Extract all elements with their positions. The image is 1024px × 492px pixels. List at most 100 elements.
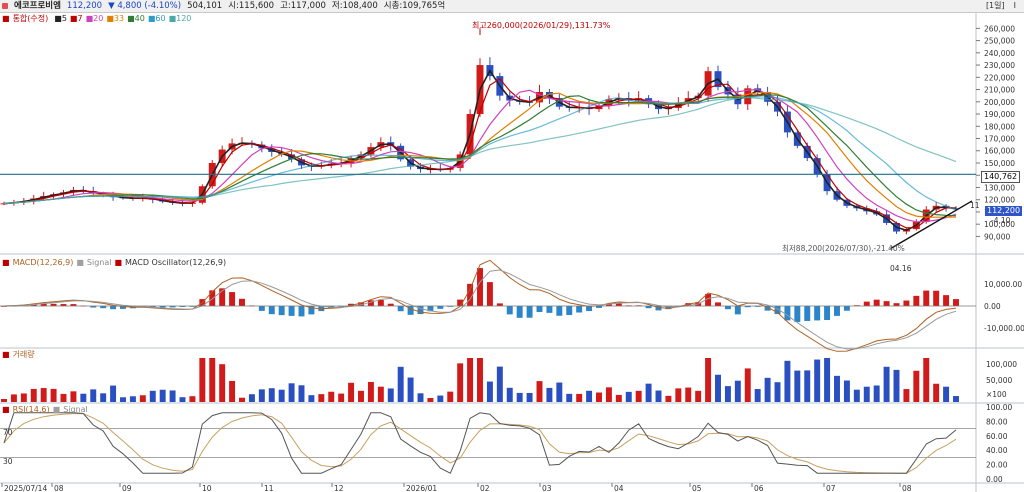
market-cap: 시총:109,765억 <box>383 1 446 11</box>
rsi-ytick-label: 40.00 <box>986 446 1008 455</box>
volume-bar <box>486 381 493 402</box>
volume-bar <box>40 388 47 402</box>
macd-legend-macd: MACD(12,26,9) <box>12 258 74 267</box>
macd-osc-bar <box>943 295 950 306</box>
macd-osc-bar <box>576 306 583 313</box>
period-selector[interactable]: [1일] <box>986 0 1005 12</box>
macd-osc-bar <box>953 299 959 306</box>
macd-osc-bar <box>843 306 850 311</box>
volume-ytick-label: ×100 <box>986 390 1007 399</box>
high-price: 고:117,000 <box>280 1 326 11</box>
volume-bar <box>724 386 731 402</box>
volume-bar <box>615 394 622 402</box>
price-ytick-label: 160,000 <box>984 147 1015 156</box>
price-legend[interactable]: ■ 통합(수정) ■5 ■7 ■20 ■33 ■40 ■60 ■120 <box>2 14 191 24</box>
volume-ytick-label: 50,000 <box>986 376 1012 385</box>
xaxis-label: 10 <box>202 484 212 492</box>
volume-bar <box>457 363 464 402</box>
pin-icon[interactable]: I <box>1014 0 1016 12</box>
macd-osc-bar <box>209 290 216 306</box>
volume-bar <box>903 389 910 402</box>
rsi-level-70: 70 <box>3 428 13 437</box>
volume-bar <box>437 395 444 402</box>
volume-bar <box>526 392 533 402</box>
volume-bar <box>586 390 593 402</box>
price-ytick-label: 130,000 <box>984 183 1015 192</box>
macd-osc-bar <box>556 306 563 316</box>
volume-bar <box>239 397 245 402</box>
volume-bar <box>120 397 126 402</box>
volume-icon: ■ <box>2 350 10 359</box>
volume-bar <box>60 393 67 402</box>
macd-osc-bar <box>814 306 821 321</box>
volume-bar <box>189 396 196 402</box>
volume-bar <box>943 386 950 402</box>
volume-bar <box>863 386 870 402</box>
volume-bar <box>883 366 890 402</box>
rsi-legend[interactable]: ■ RSI(14,6) ■ Signal <box>2 405 91 415</box>
volume-bar <box>605 387 612 402</box>
macd-osc-bar <box>298 306 305 317</box>
rsi-ytick-label: 80.00 <box>986 417 1008 426</box>
macd-osc-bar <box>893 303 900 306</box>
macd-osc-bar <box>437 306 444 309</box>
volume-bar <box>447 391 454 402</box>
price-panel-bg <box>0 13 976 253</box>
oscillator-icon: ■ <box>114 258 123 267</box>
macd-signal-line <box>3 269 957 350</box>
x-axis: 2025/07/14 08 09 10 11 12 2026/01 02 03 04 05 06 07 0… <box>1 483 912 492</box>
volume-bar <box>129 396 136 402</box>
volume-ytick-label: 100,000 <box>986 360 1017 369</box>
macd-osc-bar <box>804 306 811 321</box>
macd-osc-bar <box>933 290 940 306</box>
trendline-label: 11 <box>970 201 980 210</box>
rsi-icon: ■ <box>2 405 10 414</box>
rsi-ytick-label: 60.00 <box>986 432 1008 441</box>
volume-bar <box>546 387 553 402</box>
macd-osc-bar <box>794 306 801 323</box>
macd-osc-bar <box>110 306 117 310</box>
xaxis-label: 11 <box>264 484 274 492</box>
stock-color-icon <box>2 2 8 9</box>
volume-bar <box>1 399 7 402</box>
volume-bar <box>516 392 523 402</box>
price-ytick-label: 120,000 <box>984 196 1015 205</box>
volume-bar <box>764 377 771 402</box>
rsi-signal-line <box>3 413 957 474</box>
volume-bar <box>179 397 186 402</box>
price-ytick-label: 240,000 <box>984 49 1015 58</box>
volume-bar <box>358 390 364 402</box>
volume-bar <box>308 395 315 402</box>
price-change: ▼ 4,800 (-4.10%) <box>108 1 182 11</box>
volume-bar <box>556 382 563 402</box>
min-price-label: 최저88,200(2026/07/30),-21.40% <box>782 244 905 253</box>
volume-bar <box>318 394 325 402</box>
macd-ytick-label: 0.00 <box>984 302 1001 311</box>
price-ytick-label: 170,000 <box>984 135 1015 144</box>
header-controls: [1일] I <box>983 0 1022 12</box>
open-price: 시:115,600 <box>228 1 275 11</box>
macd-osc-bar <box>486 282 493 306</box>
volume-legend[interactable]: ■ 거래량 <box>2 350 38 360</box>
rsi-ytick-label: 0.00 <box>986 475 1003 484</box>
macd-oscillator <box>1 268 959 323</box>
volume-bar <box>20 393 27 402</box>
ma-legend-swatch-icon: ■ <box>168 14 177 23</box>
rsi-signal-icon: ■ <box>52 405 61 414</box>
rsi-ytick-label: 100.00 <box>986 403 1012 412</box>
macd-osc-bar <box>397 306 404 312</box>
volume-bar <box>397 366 404 402</box>
xaxis-label: 07 <box>826 484 836 492</box>
volume-bar <box>536 381 543 402</box>
volume-bar <box>338 393 345 402</box>
price-ytick-label: 230,000 <box>984 61 1015 70</box>
macd-legend[interactable]: ■ MACD(12,26,9) ■ Signal ■ MACD Oscillator(12… <box>2 258 229 268</box>
volume-legend-label: 거래량 <box>12 350 35 359</box>
volume-bar <box>913 370 920 402</box>
volume-bar <box>367 381 374 402</box>
macd-osc-bar <box>903 300 910 306</box>
stock-name[interactable]: 에코프로비엠 <box>14 0 61 12</box>
volume-bar <box>80 393 87 402</box>
volume-bar <box>655 390 662 402</box>
macd-osc-bar <box>506 306 513 315</box>
